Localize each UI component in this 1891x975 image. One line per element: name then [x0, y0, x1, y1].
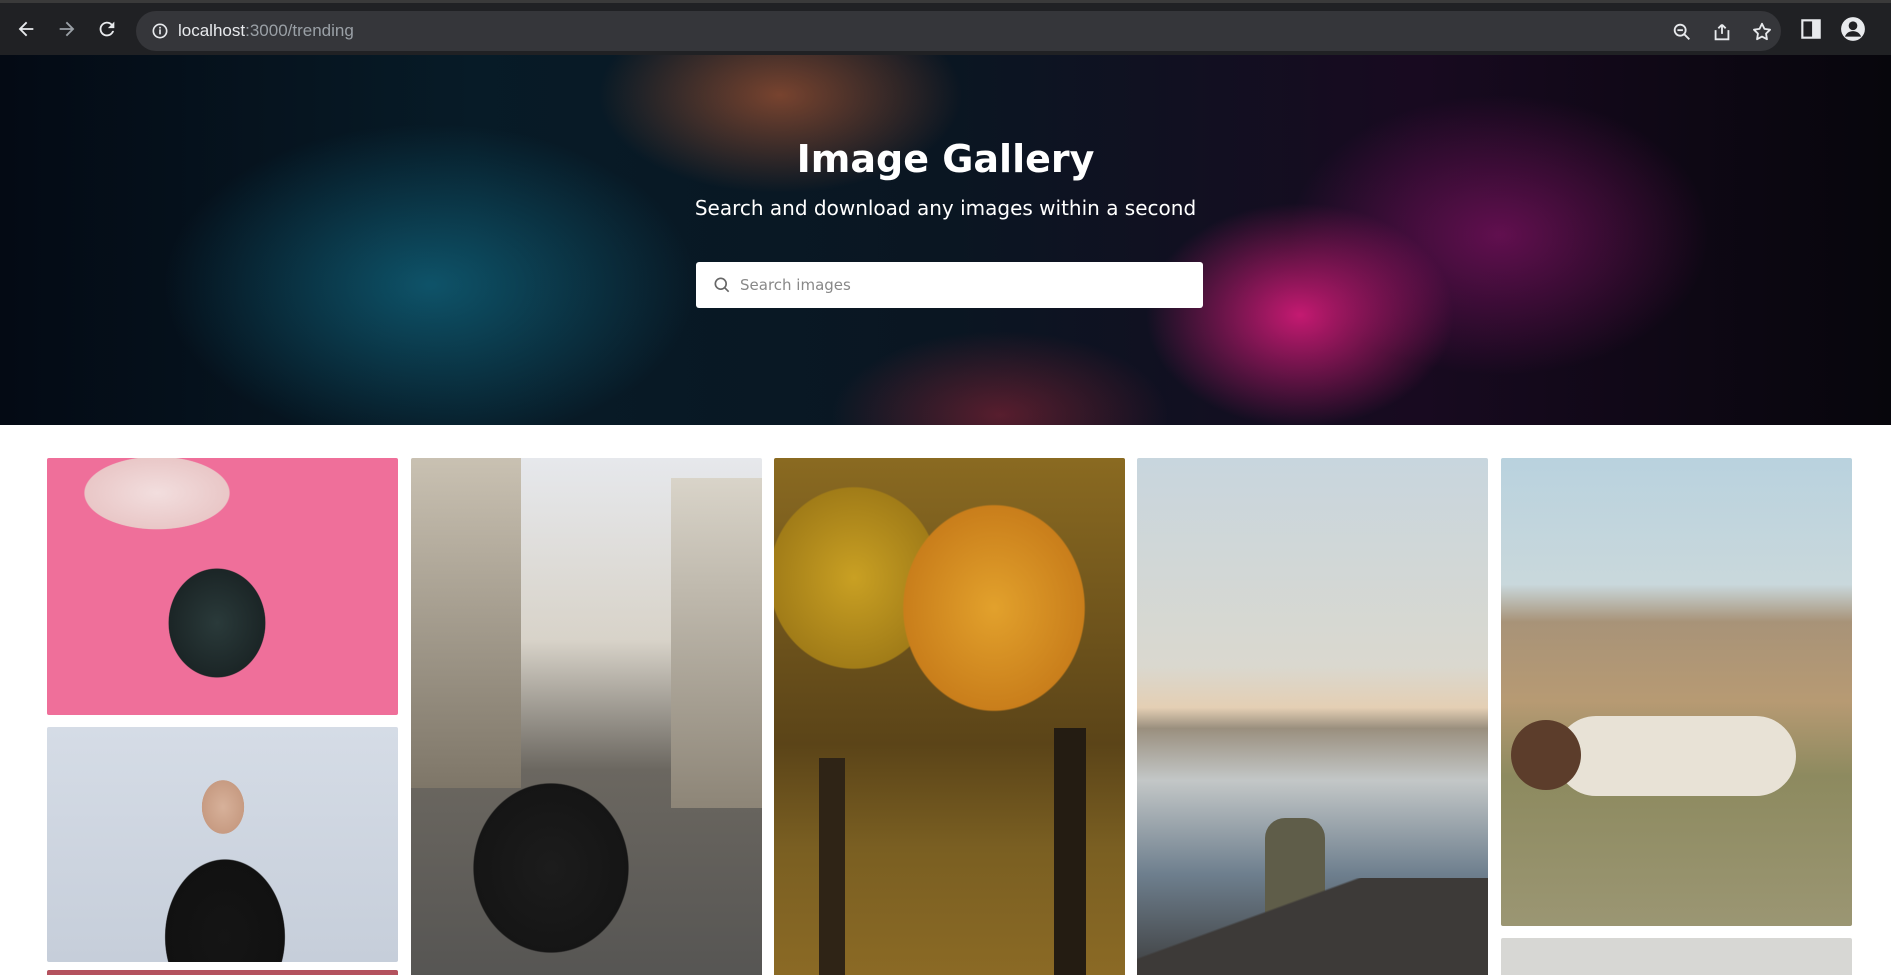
forward-button[interactable]	[53, 15, 81, 43]
back-button[interactable]	[12, 15, 40, 43]
arrow-right-icon	[59, 21, 75, 37]
page-title: Image Gallery	[796, 137, 1095, 181]
profile-button[interactable]	[1840, 16, 1866, 42]
browser-toolbar: localhost:3000/trending	[0, 0, 1891, 55]
reload-button[interactable]	[93, 15, 121, 43]
side-panel-button[interactable]	[1798, 16, 1824, 42]
image-grid	[0, 425, 1891, 975]
gallery-image[interactable]	[47, 458, 398, 715]
arrow-left-icon	[18, 21, 34, 37]
gallery-image[interactable]	[1501, 938, 1852, 975]
reload-icon	[99, 21, 115, 37]
url-path: :3000/trending	[245, 21, 354, 40]
bookmark-button[interactable]	[1751, 21, 1773, 43]
gallery-image[interactable]	[774, 458, 1125, 975]
hero-banner: Image Gallery Search and download any im…	[0, 55, 1891, 425]
side-panel-icon	[1801, 19, 1821, 39]
page-subtitle: Search and download any images within a …	[694, 196, 1197, 220]
zoom-button[interactable]	[1671, 21, 1693, 43]
search-icon	[714, 277, 730, 293]
star-icon	[1753, 22, 1771, 41]
share-icon	[1714, 24, 1730, 41]
share-button[interactable]	[1711, 21, 1733, 43]
gallery-image[interactable]	[47, 727, 398, 962]
search-input[interactable]	[740, 262, 1190, 308]
zoom-out-icon	[1673, 23, 1690, 40]
url-text[interactable]: localhost:3000/trending	[178, 21, 354, 41]
search-bar[interactable]	[696, 262, 1203, 308]
address-bar[interactable]: localhost:3000/trending	[136, 11, 1781, 51]
gallery-image[interactable]	[1501, 458, 1852, 926]
gallery-image[interactable]	[411, 458, 762, 975]
profile-icon	[1841, 17, 1865, 41]
info-icon[interactable]	[150, 21, 170, 41]
gallery-image[interactable]	[1137, 458, 1488, 975]
url-host: localhost	[178, 21, 246, 40]
gallery-image[interactable]	[47, 970, 398, 975]
